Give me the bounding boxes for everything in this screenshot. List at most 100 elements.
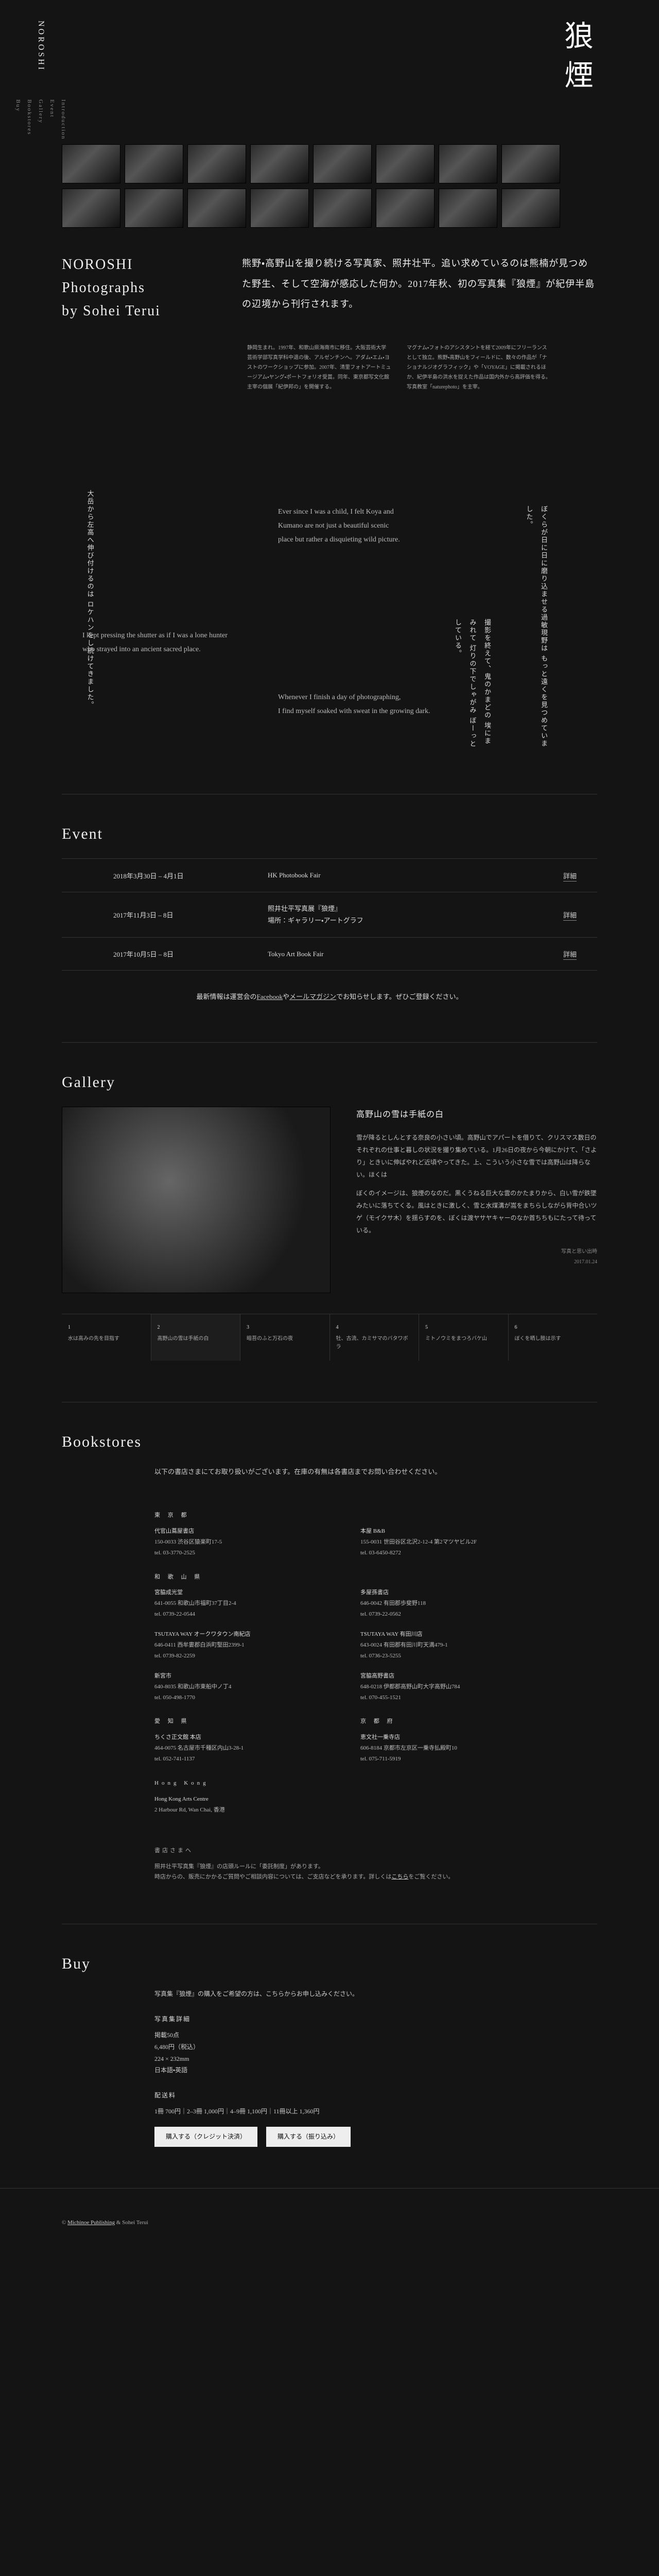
bookstore-shop: ちくさ正文館 本店464-0075 名古屋市千種区内山3-28-1tel. 05… bbox=[154, 1732, 319, 1765]
thumb[interactable] bbox=[313, 144, 372, 183]
shop-name: 宮脇高野書店 bbox=[360, 1671, 525, 1682]
bio-right: マグナム・フォトのアシスタントを経て2009年にフリーランスとして独立。熊野・高… bbox=[407, 343, 551, 392]
thumb[interactable] bbox=[313, 189, 372, 228]
shop-tel: tel. 050-498-1770 bbox=[154, 1692, 319, 1703]
event-detail-link[interactable]: 詳細 bbox=[525, 910, 597, 920]
thumb[interactable] bbox=[62, 189, 120, 228]
mailmag-link[interactable]: メールマガジン bbox=[289, 993, 336, 1001]
gallery-nav-item[interactable]: 5ミトノウミをまつろバケ山 bbox=[419, 1314, 509, 1361]
bookstores-note-heading: 書店さまへ bbox=[154, 1845, 597, 1856]
shop-addr: 641-0055 和歌山市福町37丁目2-4 bbox=[154, 1598, 319, 1609]
footer-link[interactable]: Michinoe Publishing bbox=[67, 2219, 115, 2226]
buy-heading: Buy bbox=[62, 1955, 597, 1973]
quote-en-1: Ever since I was a child, I felt Koya an… bbox=[278, 505, 400, 547]
bookstore-shop: TSUTAYA WAY オークワタウン南紀店646-0411 西牟婁郡白浜町堅田… bbox=[154, 1629, 319, 1662]
gallery-section: Gallery 高野山の雪は手紙の白 雪が降るとしんとする奈良の小さい頃。高野山… bbox=[0, 1043, 659, 1402]
event-heading: Event bbox=[62, 825, 597, 843]
thumb[interactable] bbox=[376, 144, 435, 183]
bookstores-note-1: 照井壮平写真集『狼煙』の店頭ルールに「委託制度」があります。 bbox=[154, 1861, 597, 1872]
gallery-nav-item[interactable]: 1水は高みの先を目指す bbox=[62, 1314, 151, 1361]
buy-intro: 写真集『狼煙』の購入をご希望の方は、こちらからお申し込みください。 bbox=[154, 1988, 597, 2000]
thumb[interactable] bbox=[250, 144, 309, 183]
shop-addr: 643-0024 有田郡有田川町天満479-1 bbox=[360, 1640, 525, 1651]
gallery-image[interactable] bbox=[62, 1107, 331, 1293]
shop-tel: tel. 052-741-1137 bbox=[154, 1754, 319, 1765]
quote-jp-2: ぼくらが日に日に磨り込ませる過敏現野は もっと遠くを見つめていました。 bbox=[522, 505, 551, 753]
bookstore-region: 京 都 府 bbox=[360, 1716, 525, 1727]
gallery-text: 高野山の雪は手紙の白 雪が降るとしんとする奈良の小さい頃。高野山でアパートを借り… bbox=[356, 1107, 597, 1293]
bookstore-shop: 宮脇高野書店648-0218 伊都郡高野山町大字高野山784tel. 070-4… bbox=[360, 1671, 525, 1703]
buy-spec-heading: 写真集詳細 bbox=[154, 2013, 597, 2025]
bookstore-region: 愛 知 県 bbox=[154, 1716, 319, 1727]
shop-tel: tel. 0739-22-0562 bbox=[360, 1609, 525, 1620]
shop-name: 新宮市 bbox=[154, 1671, 319, 1682]
shop-tel: tel. 070-455-1521 bbox=[360, 1692, 525, 1703]
buy-section: Buy 写真集『狼煙』の購入をご希望の方は、こちらからお申し込みください。 写真… bbox=[0, 1924, 659, 2188]
shop-name: TSUTAYA WAY 有田川店 bbox=[360, 1629, 525, 1640]
event-date: 2018年3月30日 – 4月1日 bbox=[62, 871, 268, 880]
thumbnail-grid bbox=[62, 144, 597, 228]
shop-addr: 464-0075 名古屋市千種区内山3-28-1 bbox=[154, 1743, 319, 1754]
buy-button-credit[interactable]: 購入する（クレジット決済） bbox=[154, 2127, 257, 2147]
thumb[interactable] bbox=[376, 189, 435, 228]
shop-name: Hong Kong Arts Centre bbox=[154, 1794, 319, 1805]
event-detail-link[interactable]: 詳細 bbox=[525, 871, 597, 880]
bookstore-shop: 宮脇成光堂641-0055 和歌山市福町37丁目2-4tel. 0739-22-… bbox=[154, 1587, 319, 1620]
shop-tel: tel. 03-3770-2525 bbox=[154, 1548, 319, 1558]
shop-addr: 640-8035 和歌山市東船中ノ丁4 bbox=[154, 1682, 319, 1692]
event-name: 照井壮平写真展『狼煙』 場所：ギャラリー・アートグラフ bbox=[268, 903, 525, 927]
shop-addr: 646-0042 有田郡歩斐野118 bbox=[360, 1598, 525, 1609]
title-jp-char1: 狼 bbox=[560, 21, 592, 60]
gallery-p1: 雪が降るとしんとする奈良の小さい頃。高野山でアパートを借りて、クリスマス数日のそ… bbox=[356, 1131, 597, 1181]
title-en: NOROSHI Photographs by Sohei Terui bbox=[62, 253, 206, 323]
facebook-link[interactable]: Facebook bbox=[256, 993, 283, 1001]
thumb[interactable] bbox=[125, 189, 183, 228]
gallery-nav-item[interactable]: 3暗苔のふと万石の夜 bbox=[240, 1314, 330, 1361]
event-table: 2018年3月30日 – 4月1日 HK Photobook Fair 詳細 2… bbox=[62, 858, 597, 971]
title-en-l3: by Sohei Terui bbox=[62, 300, 206, 323]
event-detail-link[interactable]: 詳細 bbox=[525, 949, 597, 959]
bookstore-shop: TSUTAYA WAY 有田川店643-0024 有田郡有田川町天満479-1t… bbox=[360, 1629, 525, 1662]
bookstore-shop: 代官山蔦屋書店150-0033 渋谷区猿楽町17-5tel. 03-3770-2… bbox=[154, 1526, 319, 1558]
event-row: 2017年11月3日 – 8日 照井壮平写真展『狼煙』 場所：ギャラリー・アート… bbox=[62, 892, 597, 938]
thumb[interactable] bbox=[62, 144, 120, 183]
bookstores-columns: 東 京 都代官山蔦屋書店150-0033 渋谷区猿楽町17-5tel. 03-3… bbox=[154, 1497, 597, 1825]
title-en-l1: NOROSHI bbox=[62, 253, 206, 277]
gallery-date: 2017.01.24 bbox=[356, 1257, 597, 1267]
title-jp-char2: 煙 bbox=[560, 60, 592, 99]
bookstore-shop: Hong Kong Arts Centre2 Harbour Rd, Wan C… bbox=[154, 1794, 319, 1816]
thumb[interactable] bbox=[439, 189, 497, 228]
shop-tel: tel. 075-711-5919 bbox=[360, 1754, 525, 1765]
buy-spec: 日本語・英語 bbox=[154, 2064, 597, 2076]
bookstores-note-link[interactable]: こちら bbox=[391, 1874, 408, 1880]
thumb[interactable] bbox=[501, 189, 560, 228]
bookstores-section: Bookstores 以下の書店さまにてお取り扱いがございます。在庫の有無は各書… bbox=[0, 1402, 659, 1924]
buy-spec: 224 × 232mm bbox=[154, 2053, 597, 2065]
thumb[interactable] bbox=[187, 144, 246, 183]
bio-left: 静岡生まれ。1997年、和歌山県海南市に移住。大阪芸術大学芸術学部写真学科中退の… bbox=[247, 343, 391, 392]
buy-ship: 1冊 700円｜2–3冊 1,000円｜4–9冊 1,100円｜11冊以上 1,… bbox=[154, 2106, 597, 2117]
title-jp: 狼煙 bbox=[556, 21, 597, 99]
gallery-nav: 1水は高みの先を目指す 2高野山の雪は手紙の白 3暗苔のふと万石の夜 4牡、古流… bbox=[62, 1314, 597, 1361]
event-section: Event 2018年3月30日 – 4月1日 HK Photobook Fai… bbox=[0, 794, 659, 1042]
shop-name: 代官山蔦屋書店 bbox=[154, 1526, 319, 1537]
thumb[interactable] bbox=[501, 144, 560, 183]
shop-name: TSUTAYA WAY オークワタウン南紀店 bbox=[154, 1629, 319, 1640]
buy-spec: 6,480円（税込） bbox=[154, 2041, 597, 2053]
thumb[interactable] bbox=[125, 144, 183, 183]
gallery-nav-item[interactable]: 4牡、古流、カミサマのバタワボラ bbox=[330, 1314, 420, 1361]
thumb[interactable] bbox=[250, 189, 309, 228]
bookstore-region: 東 京 都 bbox=[154, 1510, 319, 1521]
shop-name: 本屋 B&B bbox=[360, 1526, 525, 1537]
thumb[interactable] bbox=[187, 189, 246, 228]
buy-button-transfer[interactable]: 購入する（振り込み） bbox=[266, 2127, 351, 2147]
buy-ship-heading: 配送料 bbox=[154, 2090, 597, 2102]
shop-addr: 646-0411 西牟婁郡白浜町堅田2399-1 bbox=[154, 1640, 319, 1651]
buy-spec: 掲載50点 bbox=[154, 2029, 597, 2041]
shop-name: 多屋孫書店 bbox=[360, 1587, 525, 1598]
bookstore-shop: 恵文社一乗寺店606-8184 京都市左京区一乗寺払殿町10tel. 075-7… bbox=[360, 1732, 525, 1765]
gallery-nav-item[interactable]: 6ぼくを晒し肢は示す bbox=[509, 1314, 598, 1361]
gallery-nav-item[interactable]: 2高野山の雪は手紙の白 bbox=[151, 1314, 241, 1361]
bookstore-shop: 多屋孫書店646-0042 有田郡歩斐野118tel. 0739-22-0562 bbox=[360, 1587, 525, 1620]
thumb[interactable] bbox=[439, 144, 497, 183]
